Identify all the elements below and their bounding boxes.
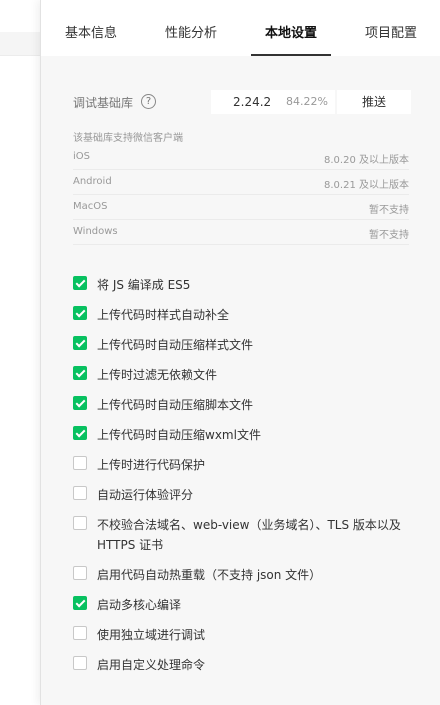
checkbox[interactable] — [73, 336, 87, 350]
support-os: iOS — [73, 151, 90, 162]
tab-project-config[interactable]: 项目配置 — [365, 22, 417, 41]
debug-lib-percent: 84.22% — [286, 95, 328, 108]
support-row-ios: iOS 8.0.20 及以上版本 — [73, 145, 409, 170]
support-version: 8.0.21 及以上版本 — [324, 180, 409, 191]
debug-lib-version: 2.24.2 — [233, 95, 272, 109]
tab-local-settings[interactable]: 本地设置 — [265, 22, 317, 41]
support-version: 8.0.20 及以上版本 — [324, 155, 409, 166]
debug-lib-row: 调试基础库 ? 2.24.2 84.22% 推送 — [73, 90, 413, 114]
option-label: 启动多核心编译 — [97, 598, 182, 612]
option-label: 使用独立域进行调试 — [97, 628, 206, 642]
checkbox[interactable] — [73, 626, 87, 640]
checkbox[interactable] — [73, 456, 87, 470]
checkbox[interactable] — [73, 566, 87, 580]
option-label: 上传代码时自动压缩脚本文件 — [97, 398, 254, 412]
option-label: 启用自定义处理命令 — [97, 658, 206, 672]
checkbox[interactable] — [73, 396, 87, 410]
support-row-windows: Windows 暂不支持 — [73, 220, 409, 245]
tab-basic-info[interactable]: 基本信息 — [65, 22, 117, 41]
option-label: 自动运行体验评分 — [97, 488, 194, 502]
checkbox[interactable] — [73, 366, 87, 380]
support-title: 该基础库支持微信客户端 — [73, 133, 183, 144]
support-version: 暂不支持 — [369, 205, 409, 216]
background-editor-area — [0, 0, 40, 705]
support-row-macos: MacOS 暂不支持 — [73, 195, 409, 220]
option-label: 上传时进行代码保护 — [97, 458, 206, 472]
checkbox[interactable] — [73, 306, 87, 320]
option-label: 不校验合法域名、web-view（业务域名）、TLS 版本以及 HTTPS 证书 — [97, 518, 401, 552]
tab-performance[interactable]: 性能分析 — [165, 22, 217, 41]
option-label: 上传时过滤无依赖文件 — [97, 368, 218, 382]
support-os: MacOS — [73, 201, 108, 212]
checkbox[interactable] — [73, 596, 87, 610]
option-label: 上传代码时样式自动补全 — [97, 308, 230, 322]
checkbox[interactable] — [73, 426, 87, 440]
option-label: 上传代码时自动压缩wxml文件 — [97, 428, 261, 442]
option-label: 启用代码自动热重载（不支持 json 文件） — [97, 568, 322, 582]
checkbox[interactable] — [73, 516, 87, 530]
checkbox[interactable] — [73, 656, 87, 670]
active-tab-indicator — [251, 54, 331, 56]
checkbox[interactable] — [73, 276, 87, 290]
checkbox[interactable] — [73, 486, 87, 500]
debug-lib-version-select[interactable]: 2.24.2 84.22% — [211, 90, 335, 114]
support-version: 暂不支持 — [369, 230, 409, 241]
tab-bar: 基本信息 性能分析 本地设置 项目配置 — [41, 0, 440, 56]
support-row-android: Android 8.0.21 及以上版本 — [73, 170, 409, 195]
option-label: 上传代码时自动压缩样式文件 — [97, 338, 254, 352]
debug-lib-label: 调试基础库 — [73, 96, 134, 110]
settings-panel: 基本信息 性能分析 本地设置 项目配置 调试基础库 ? 2.24.2 84.22… — [40, 0, 440, 705]
question-circle-icon[interactable]: ? — [141, 94, 156, 109]
background-toolbar — [0, 32, 40, 56]
push-button[interactable]: 推送 — [337, 90, 411, 114]
support-os: Android — [73, 176, 112, 187]
support-os: Windows — [73, 226, 118, 237]
option-label: 将 JS 编译成 ES5 — [97, 278, 191, 292]
